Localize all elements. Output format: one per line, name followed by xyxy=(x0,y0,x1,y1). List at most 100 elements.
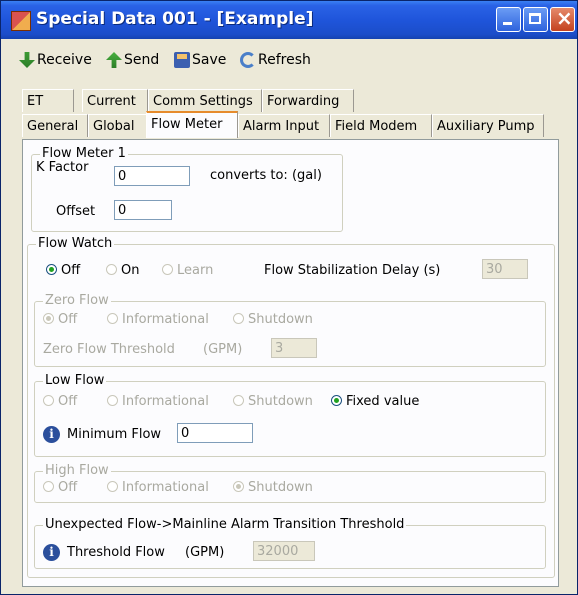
flow-watch-off-label: Off xyxy=(61,263,81,278)
high-flow-informational-label: Informational xyxy=(122,480,209,495)
radio-dot-icon xyxy=(43,313,54,324)
tab-row-1: ET Current Comm Settings Forwarding xyxy=(22,89,562,113)
high-flow-off-radio[interactable]: Off xyxy=(43,480,77,495)
low-flow-shutdown-radio[interactable]: Shutdown xyxy=(233,394,313,409)
zero-flow-threshold-input[interactable] xyxy=(271,338,317,358)
radio-dot-icon xyxy=(107,313,118,324)
threshold-flow-label: Threshold Flow xyxy=(67,545,165,560)
offset-input[interactable] xyxy=(114,200,172,220)
send-label: Send xyxy=(124,52,160,68)
zero-flow-shutdown-label: Shutdown xyxy=(248,312,313,327)
low-flow-informational-radio[interactable]: Informational xyxy=(107,394,209,409)
radio-dot-icon xyxy=(107,395,118,406)
tab-global[interactable]: Global xyxy=(88,114,148,137)
radio-dot-icon xyxy=(43,395,54,406)
zero-flow-off-label: Off xyxy=(58,312,78,327)
low-flow-legend: Low Flow xyxy=(43,373,107,388)
unexpected-flow-group: Unexpected Flow->Mainline Alarm Transiti… xyxy=(34,517,546,569)
tab-field-modem[interactable]: Field Modem xyxy=(330,114,432,137)
tab-current[interactable]: Current xyxy=(82,89,148,112)
radio-dot-icon xyxy=(43,481,54,492)
threshold-flow-input[interactable] xyxy=(253,541,315,561)
tab-auxiliary-pump[interactable]: Auxiliary Pump xyxy=(432,114,544,137)
flow-meter-1-legend: Flow Meter 1 xyxy=(40,146,128,161)
refresh-icon xyxy=(240,52,256,68)
radio-dot-icon xyxy=(233,481,244,492)
maximize-button[interactable] xyxy=(523,7,548,32)
tab-forwarding[interactable]: Forwarding xyxy=(262,89,354,112)
flow-watch-learn-label: Learn xyxy=(177,263,214,278)
radio-dot-icon xyxy=(331,395,342,406)
zero-flow-informational-radio[interactable]: Informational xyxy=(107,312,209,327)
zero-flow-legend: Zero Flow xyxy=(43,293,111,308)
stabilization-delay-label: Flow Stabilization Delay (s) xyxy=(264,263,441,278)
title-bar[interactable]: Special Data 001 - [Example] × xyxy=(1,1,577,39)
high-flow-group: High Flow Off Informational Shutdown xyxy=(34,463,546,503)
refresh-button[interactable]: Refresh xyxy=(240,49,318,73)
send-button[interactable]: Send xyxy=(106,49,168,73)
low-flow-off-radio[interactable]: Off xyxy=(43,394,77,409)
receive-arrow-icon xyxy=(19,52,35,68)
tab-general[interactable]: General xyxy=(22,114,88,137)
high-flow-shutdown-radio[interactable]: Shutdown xyxy=(233,480,313,495)
tab-row-2: General Global Flow Meter Alarm Input Fi… xyxy=(22,111,562,138)
flow-watch-learn-radio[interactable]: Learn xyxy=(162,263,213,278)
high-flow-legend: High Flow xyxy=(43,463,111,478)
unexpected-flow-legend: Unexpected Flow->Mainline Alarm Transiti… xyxy=(43,517,407,532)
zero-flow-unit-label: (GPM) xyxy=(203,342,243,357)
high-flow-shutdown-label: Shutdown xyxy=(248,480,313,495)
receive-button[interactable]: Receive xyxy=(19,49,101,73)
low-flow-informational-label: Informational xyxy=(122,394,209,409)
low-flow-group: Low Flow Off Informational Shutdown Fixe… xyxy=(34,373,546,457)
flow-watch-group: Flow Watch Off On Learn Flow Stabilizati… xyxy=(27,236,555,578)
high-flow-informational-radio[interactable]: Informational xyxy=(107,480,209,495)
threshold-flow-unit-label: (GPM) xyxy=(185,545,225,560)
send-arrow-icon xyxy=(106,52,122,68)
minimize-button[interactable] xyxy=(496,7,521,32)
tab-flow-meter[interactable]: Flow Meter xyxy=(146,111,238,138)
radio-dot-icon xyxy=(106,264,117,275)
low-flow-fixed-value-label: Fixed value xyxy=(346,394,420,409)
flow-watch-on-radio[interactable]: On xyxy=(106,263,139,278)
low-flow-fixed-value-radio[interactable]: Fixed value xyxy=(331,394,419,409)
window-title: Special Data 001 - [Example] xyxy=(36,9,314,29)
high-flow-off-label: Off xyxy=(58,480,78,495)
minimum-flow-input[interactable] xyxy=(177,423,253,443)
close-button[interactable]: × xyxy=(550,6,575,32)
radio-dot-icon xyxy=(233,313,244,324)
save-disk-icon xyxy=(174,52,190,68)
zero-flow-shutdown-radio[interactable]: Shutdown xyxy=(233,312,313,327)
flow-watch-on-label: On xyxy=(121,263,140,278)
converts-to-label: converts to: (gal) xyxy=(210,168,322,183)
close-icon: × xyxy=(556,6,573,30)
tab-et[interactable]: ET xyxy=(22,89,74,112)
stabilization-delay-input[interactable] xyxy=(482,259,528,279)
zero-flow-off-radio[interactable]: Off xyxy=(43,312,77,327)
flow-watch-legend: Flow Watch xyxy=(36,236,115,251)
k-factor-input[interactable] xyxy=(114,166,190,186)
tab-alarm-input[interactable]: Alarm Input xyxy=(238,114,330,137)
zero-flow-threshold-label: Zero Flow Threshold xyxy=(43,342,175,357)
save-label: Save xyxy=(192,52,227,68)
low-flow-off-label: Off xyxy=(58,394,78,409)
radio-dot-icon xyxy=(107,481,118,492)
flow-watch-off-radio[interactable]: Off xyxy=(46,263,80,278)
flow-meter-panel: Flow Meter 1 K Factor converts to: (gal)… xyxy=(22,139,559,587)
zero-flow-informational-label: Informational xyxy=(122,312,209,327)
offset-label: Offset xyxy=(56,204,96,219)
tab-comm-settings[interactable]: Comm Settings xyxy=(148,89,262,112)
info-icon: i xyxy=(43,426,60,443)
minimum-flow-label: Minimum Flow xyxy=(67,427,162,442)
info-icon: i xyxy=(43,544,60,561)
flow-meter-1-group: Flow Meter 1 K Factor converts to: (gal)… xyxy=(31,146,343,232)
special-data-window: Special Data 001 - [Example] × Receive S… xyxy=(0,0,578,595)
zero-flow-group: Zero Flow Off Informational Shutdown Zer… xyxy=(34,293,546,367)
save-button[interactable]: Save xyxy=(174,49,234,73)
refresh-label: Refresh xyxy=(258,52,311,68)
low-flow-shutdown-label: Shutdown xyxy=(248,394,313,409)
radio-dot-icon xyxy=(46,264,57,275)
receive-label: Receive xyxy=(37,52,92,68)
radio-dot-icon xyxy=(162,264,173,275)
radio-dot-icon xyxy=(233,395,244,406)
k-factor-label: K Factor xyxy=(36,160,89,175)
